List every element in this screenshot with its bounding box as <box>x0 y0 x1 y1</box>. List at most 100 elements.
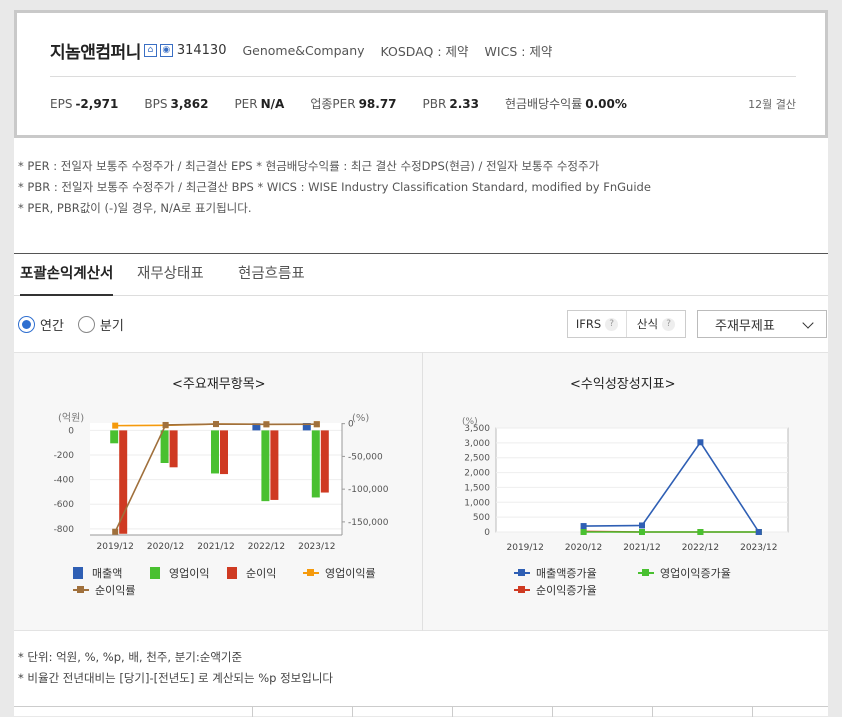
legend-rev-growth: 매출액증가율 <box>514 565 597 581</box>
y-tick-label: 1,000 <box>464 498 490 508</box>
legend-net-income: 순이익 <box>227 565 276 581</box>
metric-per: PER N/A <box>234 96 285 111</box>
legend-op-income: 영업이익 <box>150 565 209 581</box>
metrics-row: EPS -2,971 BPS 3,862 PER N/A 업종PER 98.77 PBR… <box>50 95 653 112</box>
footnote-line: * 단위: 억원, %, %p, 배, 천주, 분기:순액기준 <box>18 650 243 664</box>
right-tick-label: -100,000 <box>348 485 389 495</box>
bar-1 <box>211 430 219 474</box>
metric-industry-per: 업종PER 98.77 <box>310 97 397 111</box>
left-axis-label: (억원) <box>58 412 84 424</box>
legend-label: 매출액 <box>92 567 123 580</box>
statement-type-select[interactable]: 주재무제표 <box>697 310 827 338</box>
line-point <box>112 528 119 535</box>
financial-items-chart: (억원) (%)0-200-400-600-8000-50,000-100,000… <box>54 412 389 552</box>
tab-income-statement[interactable]: 포괄손익계산서 <box>20 262 114 296</box>
legend-swatch <box>150 567 160 579</box>
formula-help-icon[interactable]: ? <box>662 317 676 331</box>
right-tick-label: -150,000 <box>348 518 389 528</box>
next-table-header <box>14 706 828 717</box>
home-icon[interactable]: ⌂ <box>143 44 157 57</box>
growth-point <box>697 439 704 446</box>
market-label: KOSDAQ : 제약 <box>380 44 469 59</box>
tab-cash-flow[interactable]: 현금흐름표 <box>238 262 305 296</box>
metric-dividend-yield: 현금배당수익률 0.00% <box>504 97 627 111</box>
ifrs-help-icon[interactable]: ? <box>605 317 619 331</box>
legend-net-growth: 순이익증가율 <box>514 582 597 598</box>
y-tick-label: 0 <box>68 426 74 436</box>
quarter-label[interactable]: 분기 <box>100 315 124 334</box>
right-tick-label: 0 <box>348 420 354 430</box>
bar-1 <box>110 430 119 444</box>
legend-label: 매출액증가율 <box>536 567 597 580</box>
quarter-radio[interactable] <box>77 316 95 333</box>
x-tick-label: 2021/12 <box>197 542 234 552</box>
legend-revenue: 매출액 <box>73 565 122 581</box>
y-tick-label: 1,500 <box>464 483 490 493</box>
report-icon[interactable]: ◉ <box>159 44 173 57</box>
ticker-code: 314130 <box>176 43 227 58</box>
legend-op-rate: 영업이익률 <box>303 565 376 581</box>
x-tick-label: 2021/12 <box>623 543 660 553</box>
settlement-label: 12월 결산 <box>748 98 796 111</box>
chart-title-main: <주요재무항목> <box>172 377 266 392</box>
line-point <box>213 421 219 428</box>
y-tick-label: -200 <box>54 451 75 461</box>
bar-1 <box>160 430 169 463</box>
growth-point <box>639 522 645 529</box>
y-tick-label: 2,000 <box>464 469 490 479</box>
x-tick-label: 2020/12 <box>565 543 602 553</box>
growth-point <box>580 529 587 535</box>
legend-net-rate: 순이익률 <box>73 582 135 598</box>
chart-title-growth: <수익성장성지표> <box>570 377 676 392</box>
metric-bps: BPS 3,862 <box>144 96 209 111</box>
bar-1 <box>311 430 320 498</box>
x-tick-label: 2022/12 <box>248 542 285 552</box>
x-tick-label: 2019/12 <box>507 543 544 553</box>
statement-tabs: 포괄손익계산서 재무상태표 현금흐름표 <box>14 262 828 296</box>
x-tick-label: 2023/12 <box>298 542 335 552</box>
y-tick-label: -400 <box>54 476 75 486</box>
x-tick-label: 2019/12 <box>97 542 134 552</box>
right-tick-label: -50,000 <box>348 452 383 462</box>
legend-label: 순이익률 <box>95 584 136 597</box>
ifrs-option[interactable]: IFRS? <box>568 311 626 337</box>
legend-swatch <box>227 567 237 579</box>
legend-line-glyph <box>514 586 530 593</box>
ifrs-label: IFRS <box>575 317 602 331</box>
bar-2 <box>169 430 178 468</box>
legend-label: 영업이익률 <box>325 567 376 580</box>
line-point <box>263 421 270 428</box>
select-value: 주재무제표 <box>715 318 775 334</box>
right-axis-label: (%) <box>352 413 369 424</box>
title-row: 지놈앤컴퍼니 ⌂ ◉ 314130 Genome&Company KOSDAQ … <box>50 38 552 63</box>
growth-point <box>639 529 645 535</box>
definition-notes: * PER : 전일자 보통주 수정주가 / 최근결산 EPS * 현금배당수익… <box>18 156 651 219</box>
legend-line-glyph <box>514 569 530 576</box>
option-box: IFRS? 산식? <box>567 310 686 338</box>
x-tick-label: 2023/12 <box>740 543 777 553</box>
metric-pbr: PBR 2.33 <box>422 96 479 111</box>
legend-label: 순이익증가율 <box>536 584 597 597</box>
legend-line-glyph <box>303 569 319 576</box>
tab-top-rule <box>14 253 828 254</box>
period-selector: 연간 분기 <box>18 315 138 334</box>
wics-label: WICS : 제약 <box>484 44 553 59</box>
x-tick-label: 2020/12 <box>147 542 184 552</box>
bar-2 <box>320 430 329 493</box>
x-tick-label: 2022/12 <box>682 543 719 553</box>
legend-line-glyph <box>73 586 89 593</box>
note-line: * PER : 전일자 보통주 수정주가 / 최근결산 EPS * 현금배당수익… <box>18 159 600 173</box>
growth-point <box>580 523 587 530</box>
legend-line-glyph <box>638 569 654 576</box>
formula-label: 산식 <box>636 317 659 331</box>
annual-radio[interactable] <box>18 316 35 333</box>
tab-balance-sheet[interactable]: 재무상태표 <box>137 262 204 296</box>
legend-swatch <box>73 567 83 579</box>
bar-1 <box>261 430 270 502</box>
bar-2 <box>119 430 128 534</box>
formula-option[interactable]: 산식? <box>626 311 685 337</box>
line-point <box>112 422 119 429</box>
y-tick-label: -800 <box>54 525 75 535</box>
legend-label: 영업이익증가율 <box>660 567 731 580</box>
annual-label[interactable]: 연간 <box>40 315 64 334</box>
